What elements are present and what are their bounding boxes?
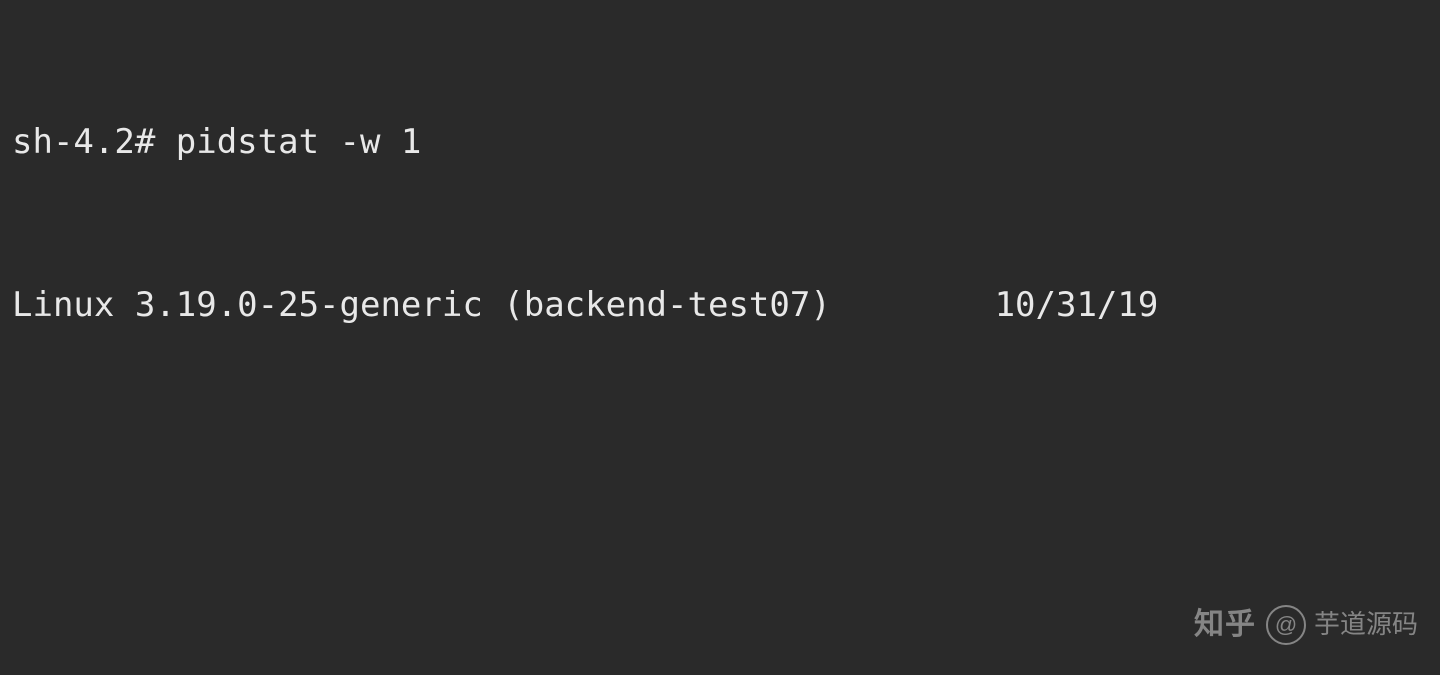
terminal-output[interactable]: sh-4.2# pidstat -w 1 Linux 3.19.0-25-gen… bbox=[0, 0, 1440, 675]
kernel-header-line: Linux 3.19.0-25-generic (backend-test07)… bbox=[12, 278, 1430, 332]
kernel-date: 10/31/19 bbox=[995, 285, 1159, 325]
shell-prompt: sh-4.2# bbox=[12, 122, 176, 162]
entered-command: pidstat -w 1 bbox=[176, 122, 422, 162]
blank-line bbox=[12, 441, 1430, 495]
kernel-header: Linux 3.19.0-25-generic (backend-test07) bbox=[12, 285, 831, 325]
prompt-line: sh-4.2# pidstat -w 1 bbox=[12, 115, 1430, 169]
